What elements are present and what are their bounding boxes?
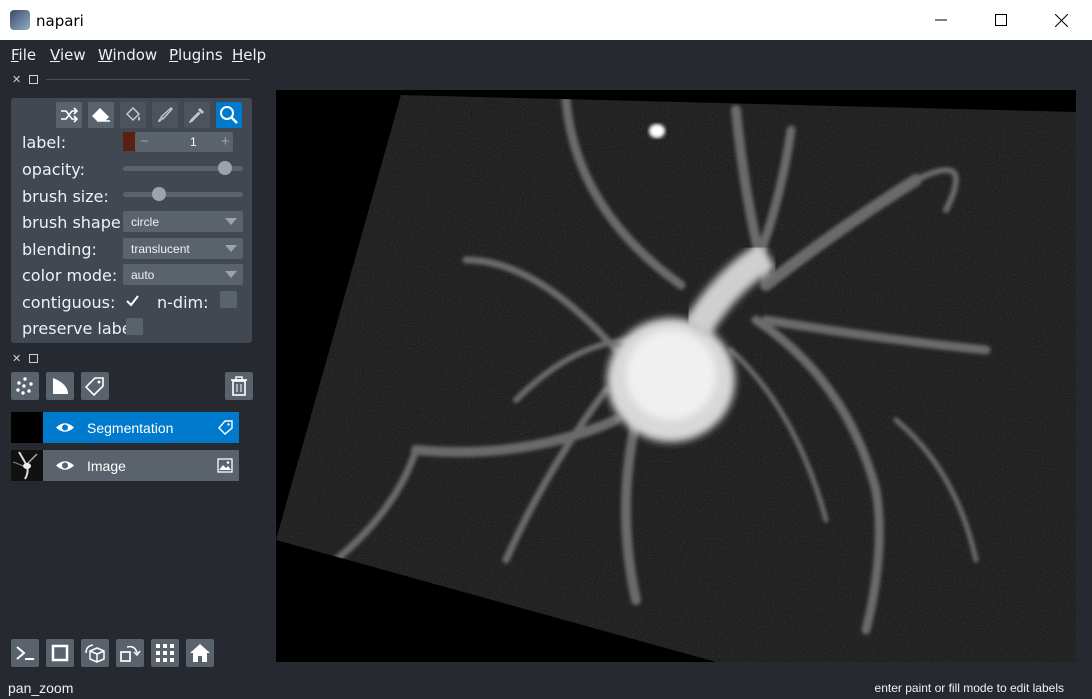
home-icon bbox=[190, 644, 210, 662]
square-icon bbox=[51, 644, 69, 662]
brush-shape-select[interactable]: circle bbox=[123, 211, 243, 232]
dock-float-icon[interactable] bbox=[29, 75, 38, 84]
menu-view[interactable]: View bbox=[50, 46, 86, 64]
paint-button[interactable] bbox=[152, 102, 178, 128]
ndim-checkbox[interactable] bbox=[220, 291, 237, 308]
label-value: 1 bbox=[190, 135, 197, 149]
preserve-labels-checkbox[interactable] bbox=[126, 318, 143, 335]
layer-thumbnail bbox=[11, 450, 43, 481]
dock-float-icon[interactable] bbox=[29, 354, 38, 363]
toggle-ndisplay-button[interactable] bbox=[46, 639, 74, 667]
status-mode: pan_zoom bbox=[8, 680, 74, 696]
eyedropper-icon bbox=[189, 108, 204, 123]
dock-close-icon[interactable]: ✕ bbox=[12, 352, 21, 365]
blending-select[interactable]: translucent bbox=[123, 238, 243, 259]
menu-plugins[interactable]: Plugins bbox=[169, 46, 223, 64]
napari-logo-icon bbox=[10, 10, 30, 30]
ndim-label: n-dim: bbox=[157, 293, 209, 312]
chevron-down-icon bbox=[225, 271, 237, 278]
shuffle-icon bbox=[61, 107, 78, 123]
erase-button[interactable] bbox=[88, 102, 114, 128]
roll-dimensions-button[interactable] bbox=[81, 639, 109, 667]
checkmark-icon bbox=[126, 295, 139, 307]
delete-layer-button[interactable] bbox=[225, 372, 253, 400]
layer-name: Segmentation bbox=[87, 420, 174, 436]
layer-name: Image bbox=[87, 458, 126, 474]
color-picker-button[interactable] bbox=[184, 102, 210, 128]
status-help: enter paint or fill mode to edit labels bbox=[874, 681, 1064, 695]
layer-item-image[interactable]: Image bbox=[11, 450, 239, 481]
preserve-labels-label: preserve labe bbox=[22, 319, 126, 338]
maximize-icon bbox=[995, 14, 1007, 26]
points-icon bbox=[16, 377, 33, 395]
magnifier-icon bbox=[220, 106, 238, 124]
eraser-icon bbox=[92, 108, 110, 122]
home-button[interactable] bbox=[186, 639, 214, 667]
opacity-label: opacity: bbox=[22, 160, 85, 179]
label-label: label: bbox=[22, 133, 67, 152]
new-points-layer-button[interactable] bbox=[11, 372, 39, 400]
chevron-down-icon bbox=[225, 245, 237, 252]
brush-size-slider[interactable] bbox=[123, 187, 243, 201]
layer-item-segmentation[interactable]: Segmentation bbox=[11, 412, 239, 443]
image-layer-type-icon bbox=[217, 458, 233, 473]
shuffle-colors-button[interactable] bbox=[56, 102, 82, 128]
status-bar: pan_zoom enter paint or fill mode to edi… bbox=[0, 676, 1092, 699]
increment-icon[interactable]: + bbox=[221, 133, 230, 150]
brush-shape-value: circle bbox=[131, 215, 160, 229]
eye-icon[interactable] bbox=[55, 459, 75, 472]
title-bar: napari bbox=[0, 0, 1092, 40]
layer-thumbnail bbox=[11, 412, 43, 443]
menu-window[interactable]: Window bbox=[98, 46, 157, 64]
tag-icon bbox=[85, 377, 104, 396]
dock-close-icon[interactable]: ✕ bbox=[12, 73, 21, 86]
minimize-icon bbox=[935, 19, 947, 21]
contiguous-label: contiguous: bbox=[22, 293, 116, 312]
cube-rotate-icon bbox=[85, 644, 105, 663]
terminal-icon bbox=[16, 646, 34, 660]
opacity-slider[interactable] bbox=[123, 161, 243, 175]
new-labels-layer-button[interactable] bbox=[81, 372, 109, 400]
grid-view-button[interactable] bbox=[151, 639, 179, 667]
transpose-icon bbox=[120, 645, 141, 662]
color-mode-label: color mode: bbox=[22, 266, 118, 285]
color-mode-select[interactable]: auto bbox=[123, 264, 243, 285]
maximize-button[interactable] bbox=[978, 0, 1024, 40]
window-title: napari bbox=[36, 12, 84, 30]
fill-button[interactable] bbox=[120, 102, 146, 128]
viewer-canvas[interactable] bbox=[276, 90, 1076, 662]
pan-zoom-button[interactable] bbox=[216, 102, 242, 128]
trash-icon bbox=[231, 376, 247, 396]
transpose-button[interactable] bbox=[116, 639, 144, 667]
shapes-icon bbox=[53, 378, 68, 394]
layer-controls-dock-header: ✕ bbox=[12, 73, 252, 87]
new-shapes-layer-button[interactable] bbox=[46, 372, 74, 400]
close-button[interactable] bbox=[1038, 0, 1084, 40]
neuron-image bbox=[276, 95, 1076, 662]
brush-size-label: brush size: bbox=[22, 187, 109, 206]
color-mode-value: auto bbox=[131, 268, 155, 282]
menu-file[interactable]: File bbox=[11, 46, 36, 64]
blending-value: translucent bbox=[131, 242, 190, 256]
brush-size-slider-handle[interactable] bbox=[151, 187, 166, 201]
menu-bar: File View Window Plugins Help bbox=[0, 40, 1092, 70]
console-button[interactable] bbox=[11, 639, 39, 667]
labels-layer-type-icon bbox=[218, 420, 233, 435]
brush-shape-label: brush shape bbox=[22, 213, 121, 232]
grid-icon bbox=[156, 644, 174, 662]
blending-label: blending: bbox=[22, 240, 97, 259]
chevron-down-icon bbox=[225, 218, 237, 225]
minimize-button[interactable] bbox=[918, 0, 964, 40]
paintbrush-icon bbox=[158, 107, 173, 122]
contiguous-checkbox[interactable] bbox=[124, 292, 141, 309]
close-icon bbox=[1054, 13, 1068, 27]
eye-icon[interactable] bbox=[55, 421, 75, 434]
layer-list-dock-header: ✕ bbox=[12, 352, 252, 366]
paint-bucket-icon bbox=[125, 107, 141, 122]
label-spinbox[interactable]: − 1 + bbox=[135, 132, 233, 152]
menu-help[interactable]: Help bbox=[232, 46, 266, 64]
decrement-icon[interactable]: − bbox=[140, 133, 149, 150]
